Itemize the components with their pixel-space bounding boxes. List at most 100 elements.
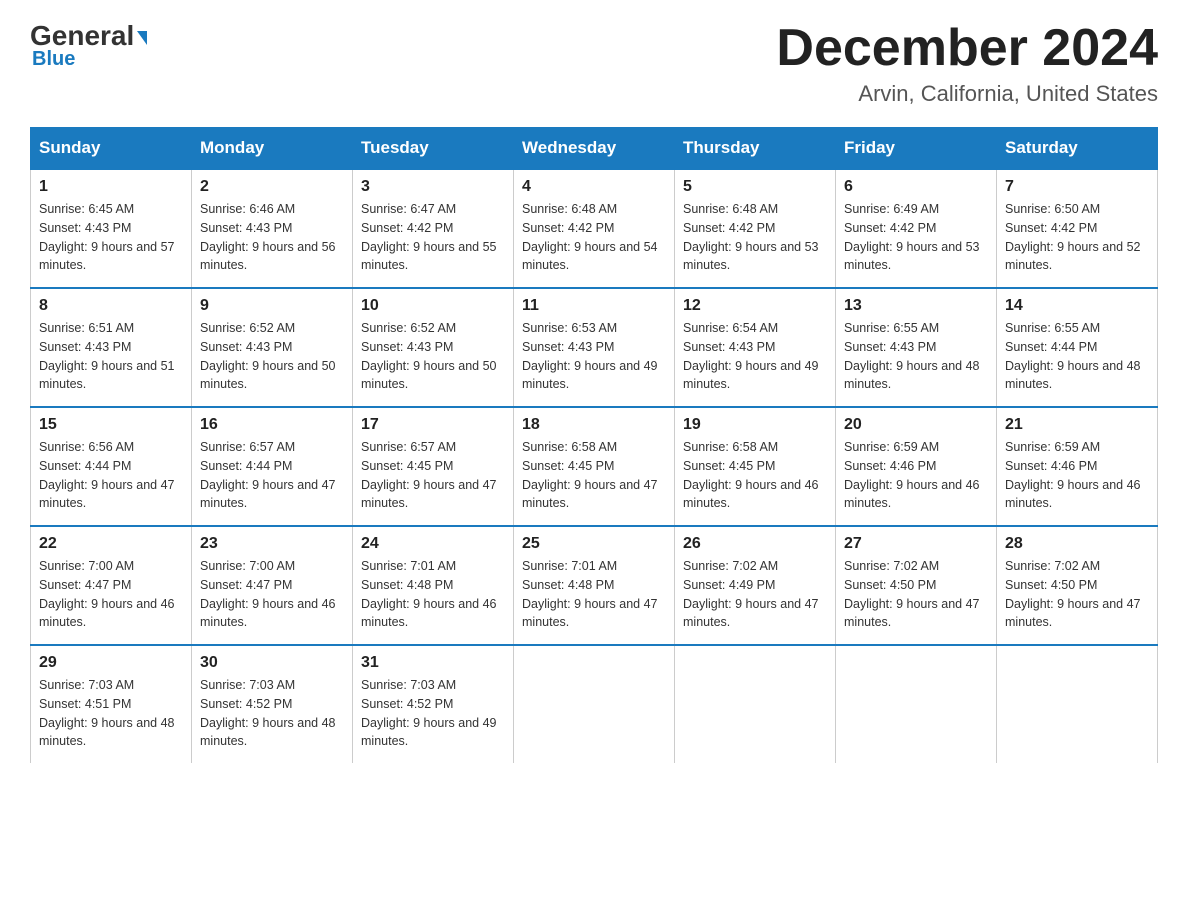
table-row: 31 Sunrise: 7:03 AM Sunset: 4:52 PM Dayl…: [353, 645, 514, 763]
day-number: 2: [200, 178, 344, 196]
day-number: 22: [39, 535, 183, 553]
table-row: 23 Sunrise: 7:00 AM Sunset: 4:47 PM Dayl…: [192, 526, 353, 645]
table-row: 8 Sunrise: 6:51 AM Sunset: 4:43 PM Dayli…: [31, 288, 192, 407]
day-info: Sunrise: 7:00 AM Sunset: 4:47 PM Dayligh…: [39, 557, 183, 632]
day-number: 13: [844, 297, 988, 315]
table-row: 28 Sunrise: 7:02 AM Sunset: 4:50 PM Dayl…: [997, 526, 1158, 645]
day-number: 21: [1005, 416, 1149, 434]
table-row: 11 Sunrise: 6:53 AM Sunset: 4:43 PM Dayl…: [514, 288, 675, 407]
col-wednesday: Wednesday: [514, 128, 675, 170]
calendar-week-row: 8 Sunrise: 6:51 AM Sunset: 4:43 PM Dayli…: [31, 288, 1158, 407]
day-number: 10: [361, 297, 505, 315]
day-number: 23: [200, 535, 344, 553]
table-row: 10 Sunrise: 6:52 AM Sunset: 4:43 PM Dayl…: [353, 288, 514, 407]
day-number: 15: [39, 416, 183, 434]
calendar-week-row: 15 Sunrise: 6:56 AM Sunset: 4:44 PM Dayl…: [31, 407, 1158, 526]
table-row: 2 Sunrise: 6:46 AM Sunset: 4:43 PM Dayli…: [192, 169, 353, 288]
day-info: Sunrise: 6:55 AM Sunset: 4:43 PM Dayligh…: [844, 319, 988, 394]
day-number: 19: [683, 416, 827, 434]
day-info: Sunrise: 6:52 AM Sunset: 4:43 PM Dayligh…: [361, 319, 505, 394]
day-info: Sunrise: 7:03 AM Sunset: 4:52 PM Dayligh…: [200, 676, 344, 751]
day-info: Sunrise: 7:02 AM Sunset: 4:49 PM Dayligh…: [683, 557, 827, 632]
table-row: 17 Sunrise: 6:57 AM Sunset: 4:45 PM Dayl…: [353, 407, 514, 526]
logo: General Blue: [30, 20, 147, 71]
table-row: 30 Sunrise: 7:03 AM Sunset: 4:52 PM Dayl…: [192, 645, 353, 763]
day-number: 31: [361, 654, 505, 672]
day-number: 29: [39, 654, 183, 672]
day-number: 30: [200, 654, 344, 672]
day-info: Sunrise: 6:56 AM Sunset: 4:44 PM Dayligh…: [39, 438, 183, 513]
calendar-week-row: 29 Sunrise: 7:03 AM Sunset: 4:51 PM Dayl…: [31, 645, 1158, 763]
table-row: 3 Sunrise: 6:47 AM Sunset: 4:42 PM Dayli…: [353, 169, 514, 288]
day-info: Sunrise: 6:48 AM Sunset: 4:42 PM Dayligh…: [522, 200, 666, 275]
day-info: Sunrise: 6:45 AM Sunset: 4:43 PM Dayligh…: [39, 200, 183, 275]
day-info: Sunrise: 7:02 AM Sunset: 4:50 PM Dayligh…: [844, 557, 988, 632]
day-number: 26: [683, 535, 827, 553]
day-number: 14: [1005, 297, 1149, 315]
col-tuesday: Tuesday: [353, 128, 514, 170]
table-row: 9 Sunrise: 6:52 AM Sunset: 4:43 PM Dayli…: [192, 288, 353, 407]
day-info: Sunrise: 7:02 AM Sunset: 4:50 PM Dayligh…: [1005, 557, 1149, 632]
day-number: 9: [200, 297, 344, 315]
day-number: 7: [1005, 178, 1149, 196]
day-info: Sunrise: 6:51 AM Sunset: 4:43 PM Dayligh…: [39, 319, 183, 394]
table-row: 15 Sunrise: 6:56 AM Sunset: 4:44 PM Dayl…: [31, 407, 192, 526]
table-row: 27 Sunrise: 7:02 AM Sunset: 4:50 PM Dayl…: [836, 526, 997, 645]
month-title: December 2024: [776, 20, 1158, 77]
day-info: Sunrise: 6:55 AM Sunset: 4:44 PM Dayligh…: [1005, 319, 1149, 394]
table-row: [836, 645, 997, 763]
day-info: Sunrise: 6:58 AM Sunset: 4:45 PM Dayligh…: [683, 438, 827, 513]
table-row: 7 Sunrise: 6:50 AM Sunset: 4:42 PM Dayli…: [997, 169, 1158, 288]
col-monday: Monday: [192, 128, 353, 170]
day-info: Sunrise: 6:57 AM Sunset: 4:44 PM Dayligh…: [200, 438, 344, 513]
col-thursday: Thursday: [675, 128, 836, 170]
day-info: Sunrise: 7:00 AM Sunset: 4:47 PM Dayligh…: [200, 557, 344, 632]
day-number: 1: [39, 178, 183, 196]
day-info: Sunrise: 6:48 AM Sunset: 4:42 PM Dayligh…: [683, 200, 827, 275]
calendar-table: Sunday Monday Tuesday Wednesday Thursday…: [30, 127, 1158, 763]
day-info: Sunrise: 6:57 AM Sunset: 4:45 PM Dayligh…: [361, 438, 505, 513]
day-number: 4: [522, 178, 666, 196]
day-number: 24: [361, 535, 505, 553]
day-info: Sunrise: 6:50 AM Sunset: 4:42 PM Dayligh…: [1005, 200, 1149, 275]
day-number: 20: [844, 416, 988, 434]
table-row: [675, 645, 836, 763]
table-row: 18 Sunrise: 6:58 AM Sunset: 4:45 PM Dayl…: [514, 407, 675, 526]
day-number: 27: [844, 535, 988, 553]
table-row: 12 Sunrise: 6:54 AM Sunset: 4:43 PM Dayl…: [675, 288, 836, 407]
table-row: 6 Sunrise: 6:49 AM Sunset: 4:42 PM Dayli…: [836, 169, 997, 288]
day-number: 17: [361, 416, 505, 434]
day-info: Sunrise: 6:54 AM Sunset: 4:43 PM Dayligh…: [683, 319, 827, 394]
day-info: Sunrise: 6:49 AM Sunset: 4:42 PM Dayligh…: [844, 200, 988, 275]
day-info: Sunrise: 6:52 AM Sunset: 4:43 PM Dayligh…: [200, 319, 344, 394]
logo-blue: Blue: [30, 48, 75, 71]
table-row: [514, 645, 675, 763]
day-info: Sunrise: 6:59 AM Sunset: 4:46 PM Dayligh…: [1005, 438, 1149, 513]
table-row: 22 Sunrise: 7:00 AM Sunset: 4:47 PM Dayl…: [31, 526, 192, 645]
col-saturday: Saturday: [997, 128, 1158, 170]
col-sunday: Sunday: [31, 128, 192, 170]
calendar-week-row: 22 Sunrise: 7:00 AM Sunset: 4:47 PM Dayl…: [31, 526, 1158, 645]
calendar-week-row: 1 Sunrise: 6:45 AM Sunset: 4:43 PM Dayli…: [31, 169, 1158, 288]
day-number: 25: [522, 535, 666, 553]
day-number: 6: [844, 178, 988, 196]
table-row: 21 Sunrise: 6:59 AM Sunset: 4:46 PM Dayl…: [997, 407, 1158, 526]
table-row: 19 Sunrise: 6:58 AM Sunset: 4:45 PM Dayl…: [675, 407, 836, 526]
table-row: 13 Sunrise: 6:55 AM Sunset: 4:43 PM Dayl…: [836, 288, 997, 407]
table-row: 20 Sunrise: 6:59 AM Sunset: 4:46 PM Dayl…: [836, 407, 997, 526]
day-info: Sunrise: 7:01 AM Sunset: 4:48 PM Dayligh…: [361, 557, 505, 632]
table-row: 14 Sunrise: 6:55 AM Sunset: 4:44 PM Dayl…: [997, 288, 1158, 407]
table-row: 24 Sunrise: 7:01 AM Sunset: 4:48 PM Dayl…: [353, 526, 514, 645]
day-number: 5: [683, 178, 827, 196]
day-number: 8: [39, 297, 183, 315]
table-row: 16 Sunrise: 6:57 AM Sunset: 4:44 PM Dayl…: [192, 407, 353, 526]
col-friday: Friday: [836, 128, 997, 170]
day-info: Sunrise: 7:03 AM Sunset: 4:52 PM Dayligh…: [361, 676, 505, 751]
table-row: [997, 645, 1158, 763]
day-info: Sunrise: 6:58 AM Sunset: 4:45 PM Dayligh…: [522, 438, 666, 513]
day-info: Sunrise: 6:53 AM Sunset: 4:43 PM Dayligh…: [522, 319, 666, 394]
day-number: 16: [200, 416, 344, 434]
table-row: 1 Sunrise: 6:45 AM Sunset: 4:43 PM Dayli…: [31, 169, 192, 288]
day-number: 18: [522, 416, 666, 434]
location: Arvin, California, United States: [776, 81, 1158, 107]
